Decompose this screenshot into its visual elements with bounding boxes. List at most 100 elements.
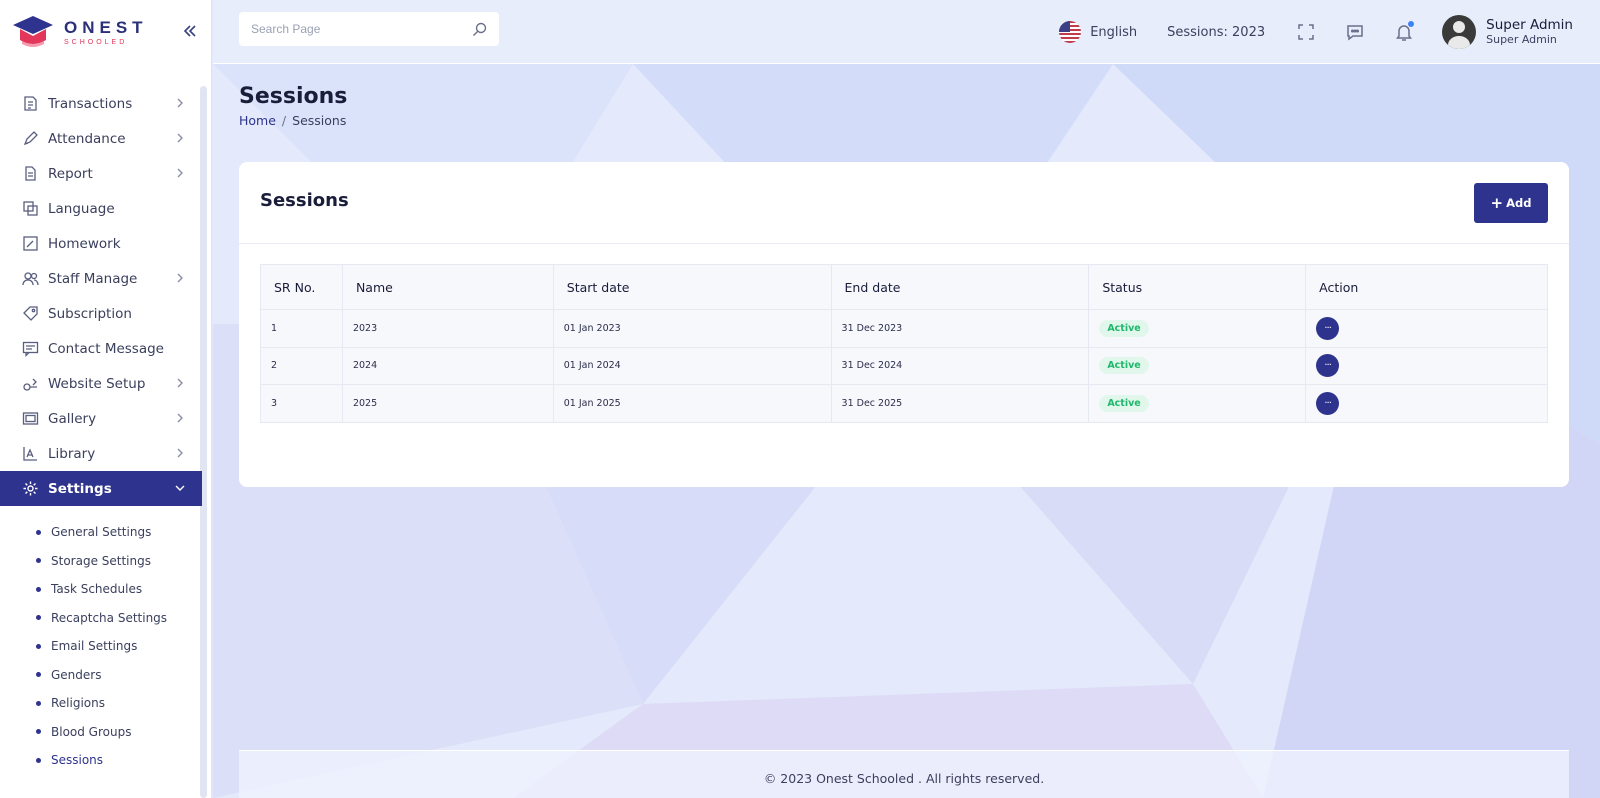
graduation-cap-logo-icon (13, 16, 53, 47)
sidebar-item-transactions[interactable]: Transactions (0, 86, 202, 121)
table-row: 3 2025 01 Jan 2025 31 Dec 2025 Active ··… (260, 384, 1548, 423)
table-row: 1 2023 01 Jan 2023 31 Dec 2023 Active ··… (260, 309, 1548, 348)
submenu-religions[interactable]: Religions (0, 689, 202, 718)
user-menu[interactable]: Super Admin Super Admin (1442, 15, 1573, 49)
sidebar-item-label: Subscription (48, 305, 132, 322)
sidebar-item-report[interactable]: Report (0, 156, 202, 191)
sidebar-item-label: Transactions (48, 95, 133, 112)
status-badge: Active (1099, 319, 1149, 337)
sidebar-item-label: Website Setup (48, 375, 146, 392)
staff-icon (22, 272, 39, 286)
chat-icon[interactable] (1344, 21, 1366, 43)
top-header: English Sessions: 2023 Super Admin Super… (213, 0, 1600, 64)
notifications-button[interactable] (1393, 21, 1415, 43)
bullet (36, 529, 41, 535)
table-header-row: SR No. Name Start date End date Status A… (260, 264, 1548, 310)
card-title: Sessions (260, 190, 349, 211)
gallery-icon (22, 412, 39, 425)
sidebar-item-contact-message[interactable]: Contact Message (0, 331, 202, 366)
logo[interactable]: ONEST SCHOOLED (12, 12, 148, 52)
breadcrumb: Home / Sessions (239, 113, 346, 128)
fullscreen-icon[interactable] (1295, 21, 1317, 43)
submenu-label: Task Schedules (51, 582, 143, 597)
submenu-task-schedules[interactable]: Task Schedules (0, 575, 202, 604)
sidebar-item-attendance[interactable]: Attendance (0, 121, 202, 156)
chevron-right-icon (177, 413, 183, 423)
submenu-label: Email Settings (51, 639, 138, 654)
sidebar-item-staff-manage[interactable]: Staff Manage (0, 261, 202, 296)
column-header-action: Action (1305, 264, 1548, 310)
session-selector[interactable]: Sessions: 2023 (1167, 25, 1265, 40)
submenu-label: General Settings (51, 525, 152, 540)
column-header-start-date: Start date (552, 264, 832, 310)
cell-status: Active (1088, 346, 1307, 385)
page-title: Sessions (239, 84, 348, 109)
plus-icon: + (1490, 194, 1504, 212)
status-badge: Active (1099, 357, 1149, 375)
submenu-recaptcha-settings[interactable]: Recaptcha Settings (0, 604, 202, 633)
cell-name: 2024 (341, 346, 554, 385)
settings-submenu: General Settings Storage Settings Task S… (0, 518, 202, 775)
column-header-status: Status (1088, 264, 1307, 310)
sidebar-item-label: Attendance (48, 130, 126, 147)
attendance-icon (23, 131, 38, 146)
card-divider (239, 243, 1569, 244)
cell-action: ··· (1305, 309, 1548, 348)
cell-status: Active (1088, 309, 1307, 348)
submenu-storage-settings[interactable]: Storage Settings (0, 547, 202, 576)
row-action-menu-button[interactable]: ··· (1316, 391, 1340, 415)
sidebar-item-language[interactable]: Language (0, 191, 202, 226)
sidebar-item-label: Library (48, 445, 96, 462)
sidebar-item-settings[interactable]: Settings (0, 471, 202, 506)
search-icon[interactable] (472, 22, 487, 37)
collapse-sidebar-icon[interactable] (181, 22, 199, 40)
sidebar-item-label: Contact Message (48, 340, 164, 357)
language-selector[interactable]: English (1059, 21, 1137, 43)
cell-action: ··· (1305, 346, 1548, 385)
sidebar-item-website-setup[interactable]: Website Setup (0, 366, 202, 401)
submenu-email-settings[interactable]: Email Settings (0, 632, 202, 661)
header-actions: English Sessions: 2023 Super Admin Super… (1059, 0, 1600, 64)
cell-name: 2023 (341, 309, 554, 348)
sidebar-item-label: Gallery (48, 410, 97, 427)
submenu-blood-groups[interactable]: Blood Groups (0, 718, 202, 747)
cell-start-date: 01 Jan 2025 (552, 384, 832, 423)
column-header-end-date: End date (830, 264, 1090, 310)
bullet (36, 558, 41, 564)
library-icon (23, 447, 37, 461)
chevron-right-icon (177, 98, 183, 108)
submenu-label: Genders (51, 667, 102, 682)
add-button-label: Add (1506, 196, 1532, 210)
sidebar-item-label: Report (48, 165, 93, 182)
cell-end-date: 31 Dec 2025 (830, 384, 1090, 423)
search-input[interactable] (251, 22, 472, 36)
chevron-right-icon (177, 448, 183, 458)
homework-icon (23, 236, 38, 251)
cell-sr: 2 (260, 346, 343, 385)
submenu-label: Religions (51, 696, 105, 711)
row-action-menu-button[interactable]: ··· (1316, 354, 1340, 378)
sidebar-nav: Transactions Attendance Report Language … (0, 86, 202, 506)
us-flag-icon (1059, 21, 1082, 43)
bullet (36, 757, 41, 763)
row-action-menu-button[interactable]: ··· (1316, 316, 1340, 340)
submenu-general-settings[interactable]: General Settings (0, 518, 202, 547)
page-footer: © 2023 Onest Schooled . All rights reser… (239, 750, 1569, 798)
sidebar-item-label: Homework (48, 235, 121, 252)
submenu-genders[interactable]: Genders (0, 661, 202, 690)
sidebar-item-gallery[interactable]: Gallery (0, 401, 202, 436)
cell-start-date: 01 Jan 2024 (552, 346, 832, 385)
submenu-sessions[interactable]: Sessions (0, 746, 202, 775)
submenu-label: Recaptcha Settings (51, 610, 168, 625)
gear-icon (23, 481, 38, 496)
brand-name: ONEST (64, 17, 148, 37)
sidebar-item-subscription[interactable]: Subscription (0, 296, 202, 331)
search-box (239, 12, 499, 46)
sidebar-item-homework[interactable]: Homework (0, 226, 202, 261)
sidebar-item-library[interactable]: Library (0, 436, 202, 471)
add-button[interactable]: + Add (1474, 183, 1548, 223)
bullet (36, 672, 41, 678)
user-role: Super Admin (1486, 33, 1557, 46)
bullet (36, 586, 41, 592)
breadcrumb-home-link[interactable]: Home (239, 113, 276, 128)
